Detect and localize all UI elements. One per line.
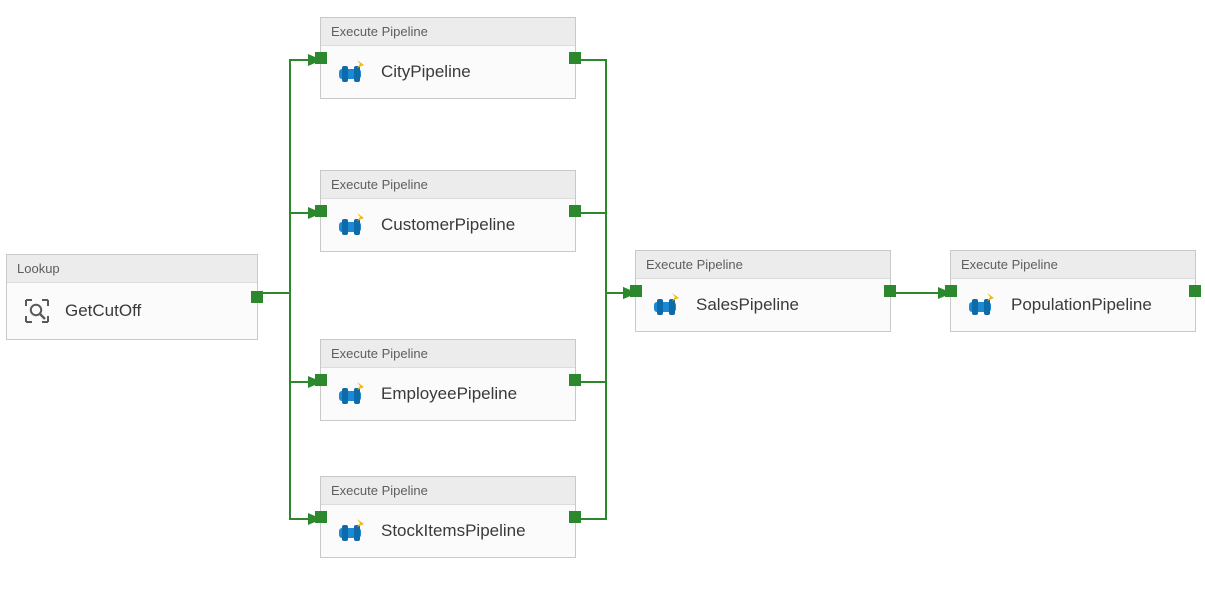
pipeline-icon (652, 293, 682, 317)
activity-name: GetCutOff (65, 301, 141, 321)
success-port[interactable] (569, 374, 581, 386)
activity-type-label: Execute Pipeline (321, 477, 575, 505)
activity-name: EmployeePipeline (381, 384, 517, 404)
in-port[interactable] (315, 52, 327, 64)
pipeline-icon (337, 382, 367, 406)
success-port[interactable] (1189, 285, 1201, 297)
success-port[interactable] (884, 285, 896, 297)
activity-city[interactable]: Execute Pipeline CityPipeline (320, 17, 576, 99)
activity-sales[interactable]: Execute Pipeline SalesPipeline (635, 250, 891, 332)
activity-population[interactable]: Execute Pipeline PopulationPipeline (950, 250, 1196, 332)
success-port[interactable] (569, 205, 581, 217)
success-port[interactable] (569, 511, 581, 523)
success-port[interactable] (569, 52, 581, 64)
success-port[interactable] (251, 291, 263, 303)
activity-name: SalesPipeline (696, 295, 799, 315)
pipeline-icon (967, 293, 997, 317)
activity-name: CustomerPipeline (381, 215, 515, 235)
activity-name: CityPipeline (381, 62, 471, 82)
activity-employee[interactable]: Execute Pipeline EmployeePipeline (320, 339, 576, 421)
activity-name: PopulationPipeline (1011, 295, 1152, 315)
activity-name: StockItemsPipeline (381, 521, 526, 541)
in-port[interactable] (315, 374, 327, 386)
pipeline-icon (337, 213, 367, 237)
activity-type-label: Lookup (7, 255, 257, 283)
in-port[interactable] (630, 285, 642, 297)
activity-type-label: Execute Pipeline (321, 18, 575, 46)
pipeline-icon (337, 519, 367, 543)
in-port[interactable] (945, 285, 957, 297)
activity-customer[interactable]: Execute Pipeline CustomerPipeline (320, 170, 576, 252)
activity-type-label: Execute Pipeline (636, 251, 890, 279)
in-port[interactable] (315, 511, 327, 523)
activity-stock[interactable]: Execute Pipeline StockItemsPipeline (320, 476, 576, 558)
activity-getcutoff[interactable]: Lookup GetCutOff (6, 254, 258, 340)
lookup-icon (23, 297, 51, 325)
activity-type-label: Execute Pipeline (321, 171, 575, 199)
activity-type-label: Execute Pipeline (951, 251, 1195, 279)
pipeline-icon (337, 60, 367, 84)
in-port[interactable] (315, 205, 327, 217)
activity-type-label: Execute Pipeline (321, 340, 575, 368)
